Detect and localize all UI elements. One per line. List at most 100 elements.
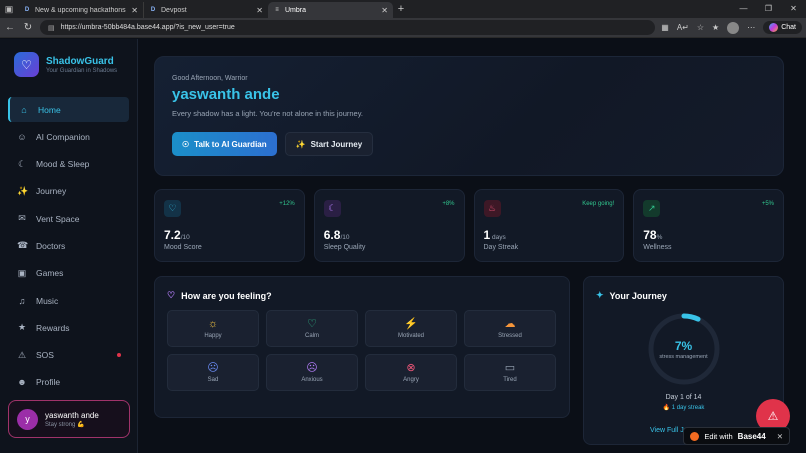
talk-to-ai-button[interactable]: ☉ Talk to AI Guardian <box>172 132 277 156</box>
mood-option-happy[interactable]: ☼ Happy <box>167 310 259 347</box>
app-available-icon[interactable]: ▦ <box>661 23 669 32</box>
avatar: y <box>17 408 38 430</box>
stat-value: 78 <box>643 228 657 242</box>
journey-panel-title: ✦ Your Journey <box>596 290 771 301</box>
site-info-icon[interactable]: ▤ <box>48 24 55 32</box>
read-aloud-icon[interactable]: A↵ <box>677 23 689 32</box>
maximize-icon[interactable]: ❐ <box>756 0 781 18</box>
cloud-icon: ☁ <box>504 317 516 330</box>
mood-option-motivated[interactable]: ⚡ Motivated <box>365 310 457 347</box>
stat-label: Wellness <box>643 244 672 251</box>
sun-icon: ☼ <box>207 317 219 330</box>
journey-streak: 🔥 1 day streak <box>662 405 705 411</box>
sidebar-item-mood-sleep[interactable]: ☾ Mood & Sleep <box>8 152 129 177</box>
mood-option-anxious[interactable]: ☹ Anxious <box>266 354 358 391</box>
base44-badge[interactable]: Edit with Base44 ✕ <box>683 427 790 445</box>
progress-ring-center: 7% stress management <box>646 311 722 387</box>
sidebar-item-profile[interactable]: ☻ Profile <box>8 370 129 395</box>
sparkle-icon: ✦ <box>596 290 604 300</box>
sidebar-item-label: Vent Space <box>36 213 80 224</box>
stat-value-wrap: 78% <box>643 228 774 242</box>
heart-logo-icon: ♡ <box>14 52 39 77</box>
sidebar-item-ai-companion[interactable]: ☺ AI Companion <box>8 124 129 149</box>
mood-option-sad[interactable]: ☹ Sad <box>167 354 259 391</box>
copilot-chat-button[interactable]: Chat <box>763 21 802 34</box>
brand-tagline: Your Guardian in Shadows <box>46 67 118 74</box>
mood-option-tired[interactable]: ▭ Tired <box>464 354 556 391</box>
stat-trend: +5% <box>761 201 774 207</box>
sidebar-nav: ⌂ Home ☺ AI Companion ☾ Mood & Sleep ✨ Journey ✉… <box>0 97 137 395</box>
sidebar-item-label: Doctors <box>36 240 66 251</box>
frown-icon: ☹ <box>207 361 219 374</box>
sidebar-item-vent-space[interactable]: ✉ Vent Space <box>8 206 129 231</box>
tab-title: New & upcoming hackathons - D <box>35 6 128 14</box>
sidebar-item-games[interactable]: ▣ Games <box>8 261 129 286</box>
sidebar-item-music[interactable]: ♫ Music <box>8 288 129 313</box>
url-input[interactable]: ▤ https://umbra-50bb484a.base44.app/?is_… <box>40 20 656 35</box>
progress-ring: 7% stress management <box>646 311 722 387</box>
heart-icon: ♡ <box>164 200 181 217</box>
brand[interactable]: ♡ ShadowGuard Your Guardian in Shadows <box>0 39 137 77</box>
new-tab-button[interactable]: + <box>393 3 409 15</box>
home-icon: ⌂ <box>21 104 27 115</box>
sidebar-item-sos[interactable]: ⚠ SOS <box>8 343 129 368</box>
close-tab-icon[interactable]: ✕ <box>131 6 138 15</box>
mood-option-stressed[interactable]: ☁ Stressed <box>464 310 556 347</box>
close-tab-icon[interactable]: ✕ <box>381 6 388 15</box>
brand-name: ShadowGuard <box>46 55 114 67</box>
stat-trend: +12% <box>279 201 295 207</box>
stat-label: Mood Score <box>164 244 202 251</box>
start-journey-label: Start Journey <box>310 139 363 149</box>
sidebar-item-label: Profile <box>36 377 61 388</box>
hero-actions: ☉ Talk to AI Guardian ✨ Start Journey <box>172 132 766 156</box>
chat-label: Chat <box>781 24 796 31</box>
sidebar-item-journey[interactable]: ✨ Journey <box>8 179 129 204</box>
close-tab-icon[interactable]: ✕ <box>256 6 263 15</box>
alert-icon: ⚠ <box>767 409 779 423</box>
user-card[interactable]: y yaswanth ande Stay strong 💪 <box>8 400 130 438</box>
mood-label: Happy <box>204 332 222 339</box>
start-journey-button[interactable]: ✨ Start Journey <box>284 132 374 156</box>
sidebar-item-home[interactable]: ⌂ Home <box>8 97 129 122</box>
badge-prefix: Edit with <box>704 431 733 441</box>
close-window-icon[interactable]: ✕ <box>781 0 806 18</box>
sidebar-item-label: Rewards <box>36 322 70 333</box>
app-root: ♡ ShadowGuard Your Guardian in Shadows ⌂… <box>0 39 806 453</box>
mood-option-calm[interactable]: ♡ Calm <box>266 310 358 347</box>
close-icon[interactable]: ✕ <box>777 432 783 441</box>
mood-label: Anxious <box>301 376 323 383</box>
back-icon[interactable]: ← <box>4 22 16 33</box>
favorite-star-icon[interactable]: ☆ <box>697 23 704 32</box>
profile-avatar[interactable] <box>727 21 740 34</box>
stat-unit: /10 <box>340 234 350 241</box>
sidebar-item-doctors[interactable]: ☎ Doctors <box>8 233 129 258</box>
hero-tagline: Every shadow has a light. You're not alo… <box>172 109 363 118</box>
browser-toolbar: ▦ A↵ ☆ ★ ⋯ Chat <box>661 21 802 34</box>
sidebar-item-rewards[interactable]: ★ Rewards <box>8 315 129 340</box>
browser-tab[interactable]: D New & upcoming hackathons - D ✕ <box>18 2 143 18</box>
gamepad-icon: ▣ <box>17 267 27 278</box>
stat-card-wellness: ↗ +5% 78% Wellness <box>633 189 784 262</box>
stat-trend: Keep going! <box>582 201 615 207</box>
favorites-icon[interactable]: ★ <box>712 23 719 32</box>
alert-icon: ⚠ <box>17 349 27 360</box>
greeting: Good Afternoon, Warrior <box>172 75 248 82</box>
sidebar-item-label: Games <box>36 268 64 279</box>
welcome-hero: Good Afternoon, Warrior yaswanth ande Ev… <box>154 56 784 176</box>
mood-label: Calm <box>304 332 319 339</box>
page-title: yaswanth ande <box>172 86 280 103</box>
mood-option-angry[interactable]: ⊗ Angry <box>365 354 457 391</box>
window-menu-icon[interactable]: ▣ <box>0 0 18 18</box>
more-icon[interactable]: ⋯ <box>747 23 755 32</box>
copilot-icon <box>769 23 779 32</box>
journey-panel: ✦ Your Journey 7% stress management Day … <box>583 276 784 445</box>
mood-panel-title: ♡ How are you feeling? <box>167 290 557 301</box>
mood-label: Motivated <box>397 332 424 339</box>
browser-tab[interactable]: D Devpost ✕ <box>143 2 268 18</box>
address-bar: ← ↻ ▤ https://umbra-50bb484a.base44.app/… <box>0 18 806 38</box>
sidebar-item-label: SOS <box>36 350 54 361</box>
minimize-icon[interactable]: — <box>731 0 756 18</box>
reload-icon[interactable]: ↻ <box>22 22 34 33</box>
browser-tab-active[interactable]: ≡ Umbra ✕ <box>268 2 393 18</box>
sidebar: ♡ ShadowGuard Your Guardian in Shadows ⌂… <box>0 39 138 453</box>
